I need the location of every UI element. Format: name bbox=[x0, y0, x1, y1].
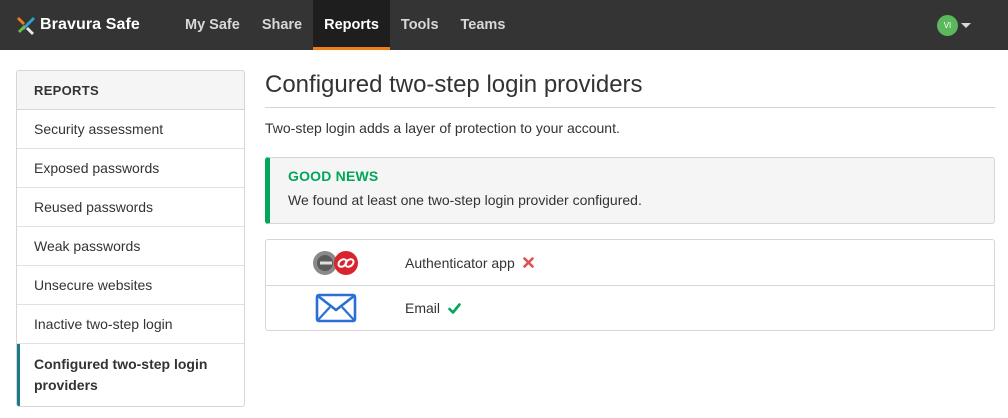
sidebar-item-exposed-passwords[interactable]: Exposed passwords bbox=[17, 149, 244, 188]
avatar: VI bbox=[937, 15, 958, 36]
brand[interactable]: Bravura Safe bbox=[16, 14, 140, 36]
chevron-down-icon bbox=[961, 23, 971, 28]
provider-name-email: Email bbox=[405, 300, 441, 316]
sidebar-item-inactive-two-step-login[interactable]: Inactive two-step login bbox=[17, 305, 244, 344]
nav-share[interactable]: Share bbox=[251, 0, 313, 50]
callout-title: GOOD NEWS bbox=[288, 168, 379, 184]
sidebar-item-security-assessment[interactable]: Security assessment bbox=[17, 110, 244, 149]
nav-tools[interactable]: Tools bbox=[390, 0, 450, 50]
top-navbar: Bravura Safe My Safe Share Reports Tools… bbox=[0, 0, 1008, 50]
check-icon bbox=[448, 302, 461, 314]
bravura-logo-icon bbox=[17, 17, 35, 35]
main-nav: My Safe Share Reports Tools Teams bbox=[174, 0, 516, 50]
main-content: Configured two-step login providers Two-… bbox=[265, 70, 995, 331]
user-menu[interactable]: VI bbox=[937, 15, 971, 36]
good-news-callout: GOOD NEWS We found at least one two-step… bbox=[265, 157, 995, 224]
sidebar-item-reused-passwords[interactable]: Reused passwords bbox=[17, 188, 244, 227]
email-icon bbox=[266, 286, 405, 331]
page-description: Two-step login adds a layer of protectio… bbox=[265, 120, 620, 136]
nav-my-safe[interactable]: My Safe bbox=[174, 0, 251, 50]
sidebar-item-unsecure-websites[interactable]: Unsecure websites bbox=[17, 266, 244, 305]
provider-name-authenticator: Authenticator app bbox=[405, 254, 515, 271]
provider-row-email: Email bbox=[266, 285, 994, 330]
sidebar-title: REPORTS bbox=[17, 71, 244, 110]
brand-name: Bravura Safe bbox=[40, 16, 140, 33]
callout-text: We found at least one two-step login pro… bbox=[288, 192, 642, 208]
close-icon bbox=[522, 257, 534, 268]
nav-teams[interactable]: Teams bbox=[450, 0, 517, 50]
sidebar-item-configured-two-step-providers[interactable]: Configured two-step login providers bbox=[17, 344, 244, 406]
sidebar-item-weak-passwords[interactable]: Weak passwords bbox=[17, 227, 244, 266]
authenticator-app-icon bbox=[266, 240, 405, 285]
nav-reports[interactable]: Reports bbox=[313, 0, 390, 50]
reports-sidebar: REPORTS Security assessment Exposed pass… bbox=[16, 70, 245, 407]
providers-list: Authenticator app Email bbox=[265, 239, 995, 331]
page-title: Configured two-step login providers bbox=[265, 70, 995, 108]
provider-row-authenticator: Authenticator app bbox=[266, 240, 994, 285]
